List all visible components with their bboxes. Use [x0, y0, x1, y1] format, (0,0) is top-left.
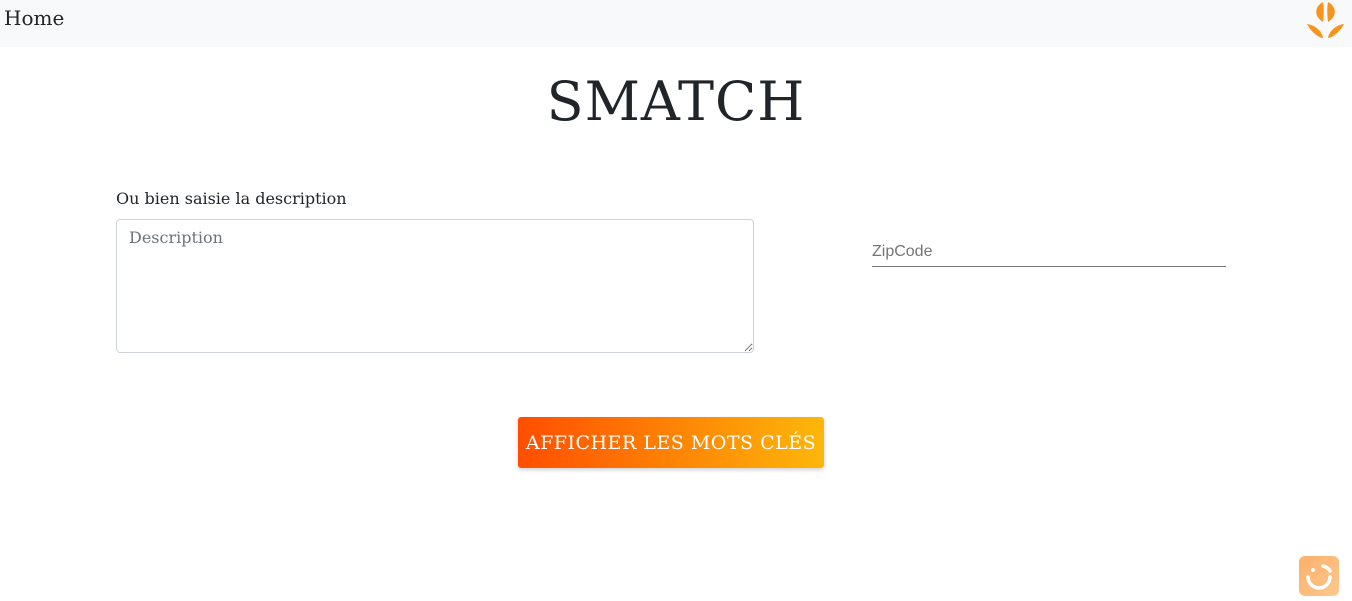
page-title: SMATCH	[546, 70, 806, 133]
zipcode-input[interactable]	[872, 237, 1226, 267]
home-link[interactable]: Home	[4, 6, 64, 30]
orange-leaf-logo-icon[interactable]	[1305, 0, 1346, 40]
description-textarea[interactable]	[116, 219, 754, 353]
show-keywords-button[interactable]: AFFICHER LES MOTS CLÉS	[518, 417, 824, 468]
description-label: Ou bien saisie la description	[116, 189, 347, 208]
top-navbar: Home	[0, 0, 1352, 47]
chat-support-widget[interactable]	[1299, 556, 1339, 596]
